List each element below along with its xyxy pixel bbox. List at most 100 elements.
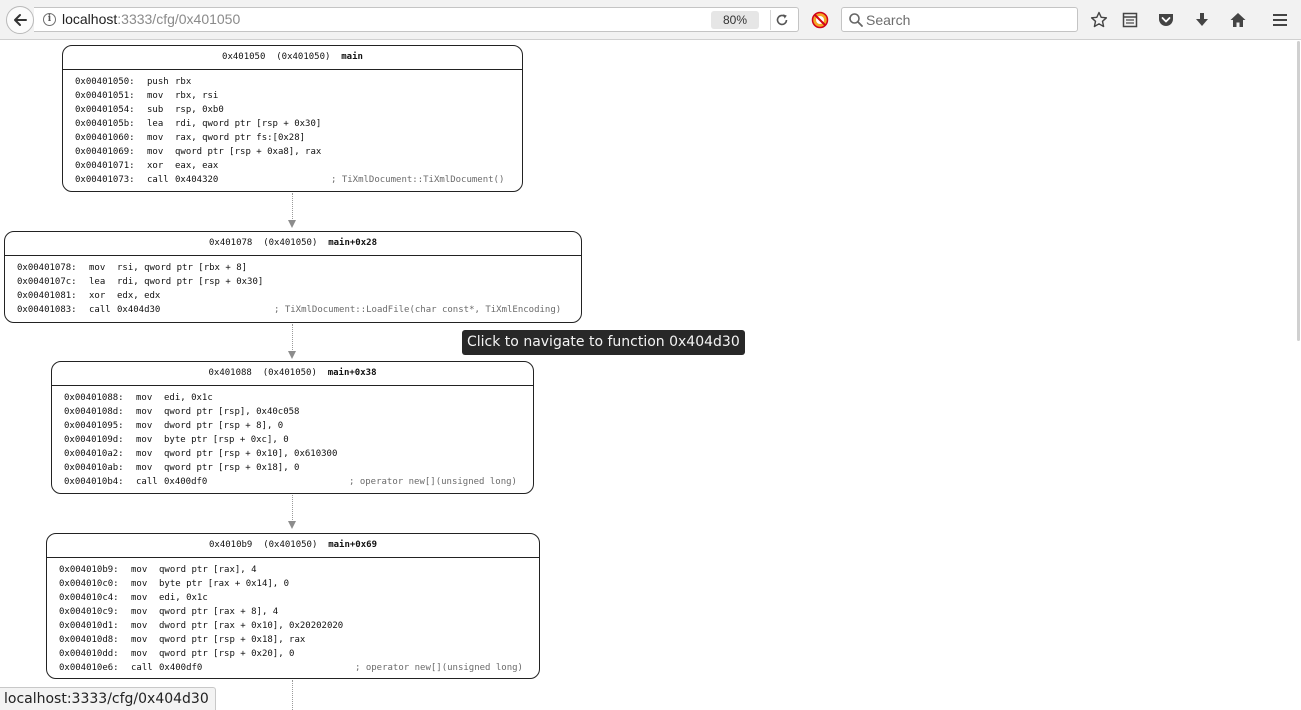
star-icon — [1090, 11, 1108, 28]
instruction-mnemonic: mov — [136, 463, 153, 473]
back-button[interactable] — [6, 6, 34, 34]
instruction-address: 0x004010d8: — [59, 635, 119, 645]
instruction-row[interactable]: 0x004010c0: mov byte ptr [rax + 0x14], 0 — [59, 577, 539, 591]
reading-list-button[interactable] — [1119, 9, 1141, 31]
block-function: (0x401050) — [276, 52, 331, 62]
instruction-row[interactable]: 0x00401078: mov rsi, qword ptr [rbx + 8] — [17, 261, 581, 275]
instruction-address: 0x00401060: — [75, 133, 135, 143]
home-button[interactable] — [1227, 9, 1249, 31]
instruction-row[interactable]: 0x00401069: mov qword ptr [rsp + 0xa8], ra… — [75, 145, 522, 159]
instruction-operands: rdi, qword ptr [rsp + 0x30] — [117, 277, 264, 287]
menu-button[interactable] — [1269, 9, 1291, 31]
instruction-row[interactable]: 0x00401095: mov dword ptr [rsp + 8], 0 — [64, 419, 533, 433]
instruction-row[interactable]: 0x00401073: call 0x404320 ; TiXmlDocument::… — [75, 173, 522, 187]
instruction-operands: dword ptr [rsp + 8], 0 — [164, 421, 284, 431]
cfg-block-main-0x38[interactable]: 0x401088 (0x401050) main+0x38 0x00401088… — [51, 361, 534, 494]
instruction-operands: edi, 0x1c — [159, 593, 208, 603]
instruction-mnemonic: mov — [136, 393, 153, 403]
block-instructions: 0x00401088: mov edi, 0x1c 0x0040108d: mov qwo… — [52, 386, 533, 489]
instruction-address: 0x0040108d: — [64, 407, 124, 417]
instruction-row[interactable]: 0x00401081: xor edx, edx — [17, 289, 581, 303]
instruction-address: 0x00401078: — [17, 263, 77, 273]
block-address: 0x401088 — [208, 368, 252, 378]
cfg-block-main-0x69[interactable]: 0x4010b9 (0x401050) main+0x69 0x004010b9… — [46, 533, 540, 679]
instruction-row[interactable]: 0x004010a2: mov qword ptr [rsp + 0x10], 0x… — [64, 447, 533, 461]
download-icon — [1196, 13, 1208, 26]
instruction-mnemonic: lea — [147, 119, 164, 129]
block-header: 0x401050 (0x401050) main — [63, 46, 522, 70]
instruction-address: 0x00401051: — [75, 91, 135, 101]
instruction-address: 0x004010ab: — [64, 463, 124, 473]
block-address: 0x401078 — [208, 238, 253, 248]
instruction-row[interactable]: 0x004010c4: mov edi, 0x1c — [59, 591, 539, 605]
url-host: localhost — [62, 11, 118, 27]
instruction-row[interactable]: 0x004010c9: mov qword ptr [rax + 8], 4 — [59, 605, 539, 619]
instruction-row[interactable]: 0x004010b9: mov qword ptr [rax], 4 — [59, 563, 539, 577]
instruction-mnemonic: mov — [89, 263, 106, 273]
instruction-operands: qword ptr [rax + 8], 4 — [159, 607, 279, 617]
zoom-level-badge[interactable]: 80% — [711, 11, 759, 29]
block-function: (0x401050) — [262, 368, 317, 378]
instruction-address: 0x004010c9: — [59, 607, 119, 617]
instruction-mnemonic: call — [131, 663, 153, 673]
search-input[interactable] — [866, 10, 1071, 29]
scrollbar-thumb[interactable] — [1297, 41, 1300, 341]
cfg-block-main[interactable]: 0x401050 (0x401050) main 0x00401050: push… — [62, 45, 523, 192]
url-path: :3333/cfg/0x401050 — [117, 11, 241, 27]
reading-list-icon — [1122, 12, 1138, 28]
instruction-row[interactable]: 0x004010e6: call 0x400df0 ; operator new[](… — [59, 661, 539, 675]
instruction-mnemonic: mov — [131, 635, 148, 645]
instruction-address: 0x004010e6: — [59, 663, 119, 673]
instruction-row[interactable]: 0x00401088: mov edi, 0x1c — [64, 391, 533, 405]
blocked-addon-button[interactable] — [811, 11, 829, 29]
url-bar[interactable]: i localhost:3333/cfg/0x401050 80% — [34, 7, 799, 32]
instruction-row[interactable]: 0x00401083: call 0x404d30 ; TiXmlDocument::… — [17, 303, 581, 317]
instruction-operands: qword ptr [rsp + 0x18], 0 — [164, 463, 300, 473]
instruction-operands: qword ptr [rsp + 0xa8], rax — [175, 147, 322, 157]
instruction-row[interactable]: 0x00401050: push rbx — [75, 75, 522, 89]
bookmark-button[interactable] — [1088, 9, 1110, 31]
download-button[interactable] — [1191, 9, 1213, 31]
cfg-block-main-0x28[interactable]: 0x401078 (0x401050) main+0x28 0x00401078… — [4, 231, 582, 323]
block-instructions: 0x00401078: mov rsi, qword ptr [rbx + 8] 0x… — [5, 256, 581, 317]
instruction-row[interactable]: 0x00401051: mov rbx, rsi — [75, 89, 522, 103]
pocket-button[interactable] — [1155, 9, 1177, 31]
instruction-row[interactable]: 0x00401071: xor eax, eax — [75, 159, 522, 173]
instruction-row[interactable]: 0x0040109d: mov byte ptr [rsp + 0xc], 0 — [64, 433, 533, 447]
instruction-address: 0x0040107c: — [17, 277, 77, 287]
instruction-mnemonic: mov — [147, 133, 164, 143]
instruction-operands: 0x404d30 — [117, 305, 161, 315]
instruction-address: 0x00401083: — [17, 305, 77, 315]
instruction-mnemonic: call — [89, 305, 111, 315]
search-bar[interactable] — [841, 7, 1078, 32]
reload-button[interactable] — [770, 10, 792, 30]
block-header: 0x4010b9 (0x401050) main+0x69 — [47, 534, 539, 558]
instruction-address: 0x00401071: — [75, 161, 135, 171]
instruction-operands: rsi, qword ptr [rbx + 8] — [117, 263, 248, 273]
instruction-mnemonic: mov — [131, 579, 148, 589]
instruction-operands: eax, eax — [175, 161, 219, 171]
url-text[interactable]: localhost:3333/cfg/0x401050 — [62, 11, 240, 27]
instruction-row[interactable]: 0x00401060: mov rax, qword ptr fs:[0x28] — [75, 131, 522, 145]
instruction-mnemonic: mov — [147, 147, 164, 157]
block-address: 0x401050 — [222, 52, 266, 62]
instruction-row[interactable]: 0x004010ab: mov qword ptr [rsp + 0x18], 0 — [64, 461, 533, 475]
instruction-row[interactable]: 0x00401054: sub rsp, 0xb0 — [75, 103, 522, 117]
instruction-address: 0x00401095: — [64, 421, 124, 431]
instruction-row[interactable]: 0x004010b4: call 0x400df0 ; operator new[](… — [64, 475, 533, 489]
instruction-row[interactable]: 0x0040107c: lea rdi, qword ptr [rsp + 0x30… — [17, 275, 581, 289]
instruction-mnemonic: call — [136, 477, 158, 487]
instruction-row[interactable]: 0x004010d8: mov qword ptr [rsp + 0x18], ra… — [59, 633, 539, 647]
instruction-row[interactable]: 0x0040105b: lea rdi, qword ptr [rsp + 0x30… — [75, 117, 522, 131]
instruction-operands: edx, edx — [117, 291, 161, 301]
vertical-scrollbar[interactable] — [1289, 41, 1301, 710]
instruction-row[interactable]: 0x004010d1: mov dword ptr [rax + 0x10], 0x… — [59, 619, 539, 633]
browser-toolbar: i localhost:3333/cfg/0x401050 80% — [0, 0, 1301, 40]
info-icon[interactable]: i — [43, 13, 56, 26]
instruction-comment: ; operator new[](unsigned long) — [355, 663, 523, 673]
instruction-row[interactable]: 0x004010dd: mov qword ptr [rsp + 0x20], 0 — [59, 647, 539, 661]
block-header: 0x401078 (0x401050) main+0x28 — [5, 232, 581, 256]
instruction-row[interactable]: 0x0040108d: mov qword ptr [rsp], 0x40c058 — [64, 405, 533, 419]
block-instructions: 0x004010b9: mov qword ptr [rax], 4 0x004010… — [47, 558, 539, 675]
instruction-mnemonic: mov — [131, 649, 148, 659]
